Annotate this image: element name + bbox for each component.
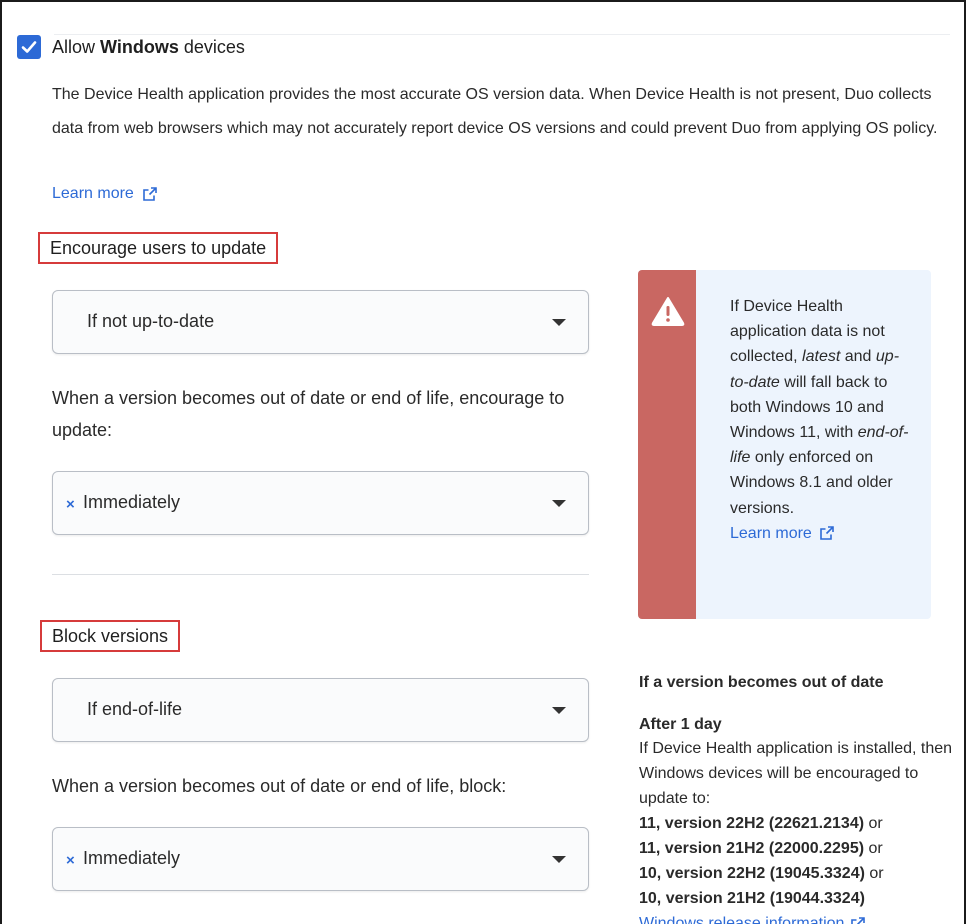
version-item: 10, version 22H2 (19045.3324) or [639,865,884,882]
checkmark-icon [21,41,37,53]
info-heading: If a version becomes out of date [639,674,884,691]
allow-os-name: Windows [100,37,179,57]
chevron-down-icon [552,856,566,863]
allow-windows-checkbox[interactable] [17,35,41,59]
block-condition-select[interactable]: If end-of-life [52,678,589,742]
encourage-timing-prompt: When a version becomes out of date or en… [52,388,565,440]
allow-suffix: devices [178,37,245,57]
version-item: 10, version 21H2 (19044.3324) [639,890,865,907]
encourage-condition-value: If not up-to-date [87,311,215,331]
policy-panel: Allow Windows devices The Device Health … [0,0,966,924]
top-divider [54,34,950,35]
callout-learn-more-link[interactable]: Learn more [730,521,835,546]
block-section-title: Block versions [40,620,181,652]
chevron-down-icon [552,500,566,507]
block-condition-value: If end-of-life [87,699,183,719]
external-link-icon [143,187,157,201]
encourage-condition-select[interactable]: If not up-to-date [52,290,589,354]
external-link-icon [820,526,834,541]
encourage-timing-value: Immediately [83,492,181,512]
learn-more-link[interactable]: Learn more [52,185,158,203]
device-health-warning-callout: If Device Health application data is not… [638,270,931,619]
block-timing-value: Immediately [83,848,181,868]
block-timing-prompt: When a version becomes out of date or en… [52,776,507,796]
allow-windows-label: Allow Windows devices [52,37,245,58]
encourage-section-title: Encourage users to update [38,232,279,264]
warning-text: If Device Health application data is not… [730,294,910,546]
warning-icon [651,297,685,326]
chevron-down-icon [552,707,566,714]
remove-tag-icon[interactable]: × [66,496,75,513]
out-of-date-info: If a version becomes out of date After 1… [639,672,959,924]
version-item: 11, version 22H2 (22621.2134) or [639,815,883,832]
windows-release-info-link[interactable]: Windows release information [639,911,959,924]
chevron-down-icon [552,319,566,326]
info-body: If Device Health application is installe… [639,740,953,807]
version-item: 11, version 21H2 (22000.2295) or [639,840,883,857]
remove-tag-icon[interactable]: × [66,852,75,869]
info-subheading: After 1 day [639,716,722,733]
device-health-description: The Device Health application provides t… [52,86,938,137]
encourage-timing-select[interactable]: × Immediately [52,471,589,535]
external-link-icon [851,916,866,924]
block-timing-select[interactable]: × Immediately [52,827,589,891]
allow-prefix: Allow [52,37,101,57]
learn-more-label: Learn more [52,185,134,202]
section-divider [52,574,589,575]
